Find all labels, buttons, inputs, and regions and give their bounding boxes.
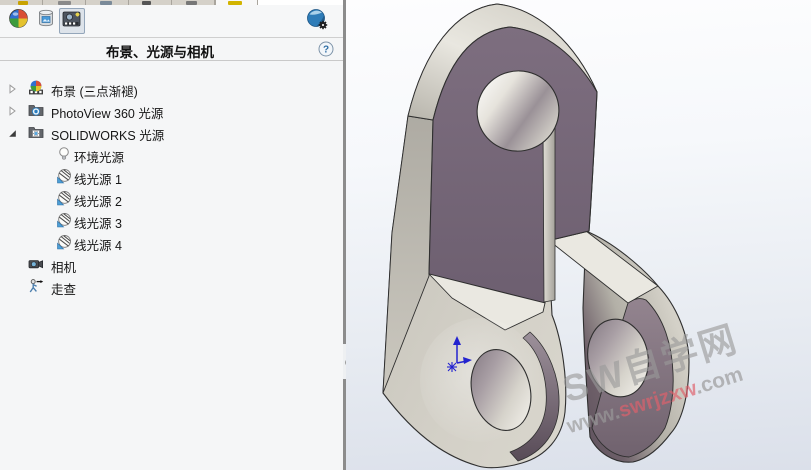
solidworks-lights-folder-icon xyxy=(28,124,44,140)
render-globe-gear-icon xyxy=(305,7,329,36)
tree-item-label: 线光源 4 xyxy=(74,239,122,253)
tree-item-directional-light-2[interactable]: 线光源 2 xyxy=(0,187,343,209)
tree-item-label: SOLIDWORKS 光源 xyxy=(51,129,165,143)
tree-item-walkthrough[interactable]: 走查 xyxy=(0,275,343,297)
scene-lights-camera-icon xyxy=(61,8,83,35)
tree-item-ambient-light[interactable]: 环境光源 xyxy=(0,143,343,165)
model-bracket-3d: SW自学网 www.swrjzxw.com xyxy=(382,3,746,469)
tree-item-directional-light-3[interactable]: 线光源 3 xyxy=(0,209,343,231)
tree-item-solidworks-lights[interactable]: SOLIDWORKS 光源 xyxy=(0,121,343,143)
camera-icon xyxy=(28,256,44,272)
view-scene-lights-cameras-button[interactable] xyxy=(59,8,85,34)
panel-title-bar: 布景、光源与相机 ? xyxy=(0,38,343,61)
directional-light-icon xyxy=(56,168,72,184)
view-appearances-button[interactable] xyxy=(5,8,31,34)
tree-item-label: 线光源 2 xyxy=(74,195,122,209)
directional-light-icon xyxy=(56,234,72,250)
displaymanager-toolbar xyxy=(0,5,343,38)
tree-item-label: 相机 xyxy=(51,261,77,275)
tree-item-label: 走查 xyxy=(51,283,77,297)
model-slot-strip xyxy=(542,123,556,303)
directional-light-icon xyxy=(56,212,72,228)
decal-cylinder-icon xyxy=(36,8,56,34)
directional-light-icon xyxy=(56,190,72,206)
help-icon: ? xyxy=(318,41,334,57)
render-options-button[interactable] xyxy=(304,8,330,34)
photoview-lights-folder-icon xyxy=(28,102,44,118)
tree-item-label: 布景 (三点渐褪) xyxy=(51,85,138,99)
tree-item-label: 环境光源 xyxy=(74,151,125,165)
help-button[interactable]: ? xyxy=(318,41,334,57)
graphics-viewport[interactable]: SW自学网 www.swrjzxw.com xyxy=(346,0,811,470)
tree-item-directional-light-4[interactable]: 线光源 4 xyxy=(0,231,343,253)
tree-item-directional-light-1[interactable]: 线光源 1 xyxy=(0,165,343,187)
solidworks-window: { "panel": { "title": "布景、光源与相机", "help_… xyxy=(0,0,811,470)
tree-item-label: 线光源 1 xyxy=(74,173,122,187)
appearance-ball-icon xyxy=(8,8,29,34)
tree-item-label: 线光源 3 xyxy=(74,217,122,231)
svg-text:?: ? xyxy=(323,45,329,56)
tree-item-scene[interactable]: 布景 (三点渐褪) xyxy=(0,77,343,99)
display-manager-panel: 布景、光源与相机 ? 布景 (三点渐褪) PhotoView 360 光源 SO… xyxy=(0,0,343,470)
expand-arrow-icon[interactable] xyxy=(8,83,17,94)
ambient-light-icon xyxy=(56,146,72,162)
panel-title: 布景、光源与相机 xyxy=(106,45,214,60)
tree-item-camera[interactable]: 相机 xyxy=(0,253,343,275)
tree-item-label: PhotoView 360 光源 xyxy=(51,107,164,121)
collapse-arrow-icon[interactable] xyxy=(8,127,17,137)
model-front-face xyxy=(428,26,598,304)
scene-icon xyxy=(28,80,44,96)
tree-item-photoview-lights[interactable]: PhotoView 360 光源 xyxy=(0,99,343,121)
walkthrough-icon xyxy=(28,278,44,294)
view-decals-button[interactable] xyxy=(33,8,59,34)
expand-arrow-icon[interactable] xyxy=(8,105,17,116)
